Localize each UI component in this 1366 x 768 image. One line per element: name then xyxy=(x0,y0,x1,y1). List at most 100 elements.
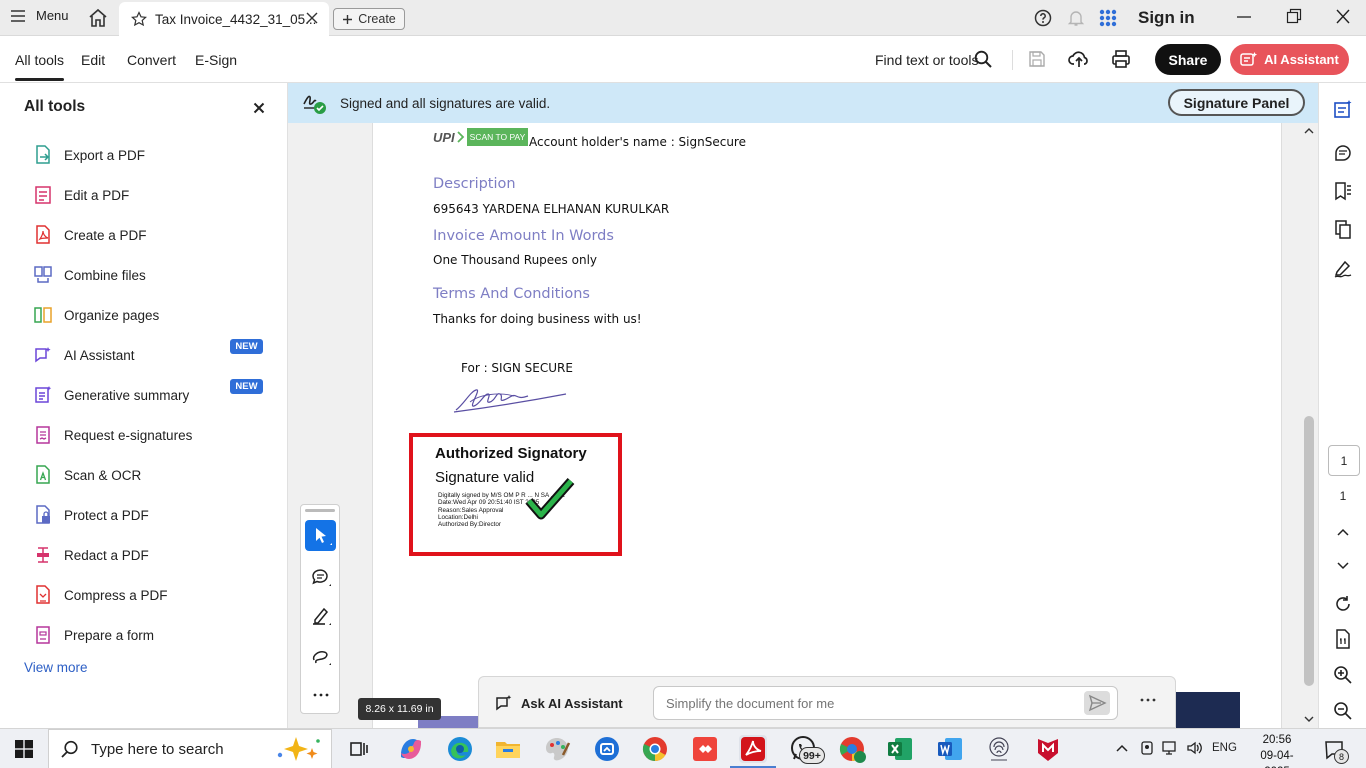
create-button[interactable]: Create xyxy=(333,8,405,30)
network-icon[interactable] xyxy=(1162,740,1180,756)
sign-in-link[interactable]: Sign in xyxy=(1138,8,1195,28)
tab-edit[interactable]: Edit xyxy=(81,52,105,68)
tool-redact-pdf[interactable]: Redact a PDF xyxy=(34,543,149,567)
tool-label: Organize pages xyxy=(64,307,160,323)
select-tool-button[interactable] xyxy=(305,520,336,551)
next-page-icon[interactable] xyxy=(1333,559,1353,573)
sign-secure-app-icon[interactable] xyxy=(985,735,1013,763)
ask-ai-bar: Ask AI Assistant xyxy=(478,676,1176,728)
tool-export-pdf[interactable]: Export a PDF xyxy=(34,143,145,167)
paint-app-icon[interactable] xyxy=(543,735,571,763)
zoom-out-icon[interactable] xyxy=(1333,701,1353,721)
screen-capture-icon[interactable] xyxy=(593,735,621,763)
share-button[interactable]: Share xyxy=(1155,44,1221,75)
tool-edit-pdf[interactable]: Edit a PDF xyxy=(34,183,129,207)
meet-now-icon[interactable] xyxy=(1139,740,1155,756)
more-options-icon[interactable] xyxy=(1139,691,1157,709)
apps-grid-icon[interactable] xyxy=(1099,9,1117,27)
tool-scan-ocr[interactable]: Scan & OCR xyxy=(34,463,141,487)
tab-convert[interactable]: Convert xyxy=(127,52,176,68)
scroll-down-icon[interactable] xyxy=(1304,715,1314,723)
star-icon[interactable] xyxy=(131,11,147,27)
tab-esign[interactable]: E-Sign xyxy=(195,52,237,68)
find-text-label[interactable]: Find text or tools xyxy=(875,52,979,68)
pages-thumbnails-icon[interactable] xyxy=(1333,220,1353,240)
fill-sign-icon[interactable] xyxy=(1333,259,1353,279)
show-hidden-icons-icon[interactable] xyxy=(1116,743,1128,753)
windows-start-icon[interactable] xyxy=(15,740,33,758)
copilot-app-icon[interactable] xyxy=(397,735,425,763)
send-icon[interactable] xyxy=(1084,691,1110,715)
input-language[interactable]: ENG xyxy=(1212,742,1237,754)
menu-button[interactable]: Menu xyxy=(10,8,69,23)
anydesk-app-icon[interactable] xyxy=(691,735,719,763)
document-tab[interactable]: Tax Invoice_4432_31_05... xyxy=(119,2,329,36)
hamburger-icon xyxy=(11,9,25,22)
tab-all-tools[interactable]: All tools xyxy=(15,52,65,81)
mcafee-app-icon[interactable] xyxy=(1034,735,1062,763)
tool-organize-pages[interactable]: Organize pages xyxy=(34,303,159,327)
acrobat-app-icon[interactable] xyxy=(739,735,767,763)
previous-page-icon[interactable] xyxy=(1333,525,1353,539)
vertical-scrollbar[interactable] xyxy=(1300,123,1318,728)
tool-compress-pdf[interactable]: Compress a PDF xyxy=(34,583,168,607)
tool-combine-files[interactable]: Combine files xyxy=(34,263,146,287)
upi-text: UPI xyxy=(433,129,455,145)
rotate-icon[interactable] xyxy=(1333,594,1353,614)
print-icon[interactable] xyxy=(1111,49,1131,69)
annotations-icon[interactable] xyxy=(1333,143,1353,163)
search-icon xyxy=(61,740,78,758)
scroll-thumb[interactable] xyxy=(1304,416,1314,686)
tool-create-pdf[interactable]: Create a PDF xyxy=(34,223,147,247)
close-window-icon[interactable] xyxy=(1335,8,1351,26)
ask-ai-label-group[interactable]: Ask AI Assistant xyxy=(495,694,623,712)
request-esign-icon xyxy=(36,426,50,444)
tool-generative-summary[interactable]: Generative summary xyxy=(34,383,189,407)
tool-protect-pdf[interactable]: Protect a PDF xyxy=(34,503,149,527)
ai-assistant-button[interactable]: AI Assistant xyxy=(1230,44,1349,75)
menu-label: Menu xyxy=(36,8,69,23)
page-size-tooltip: 8.26 x 11.69 in xyxy=(358,698,441,720)
close-tab-icon[interactable] xyxy=(305,11,319,25)
highlight-pen-icon[interactable] xyxy=(311,606,331,626)
zoom-in-icon[interactable] xyxy=(1333,665,1353,685)
chrome-profile-icon[interactable] xyxy=(838,735,866,763)
edge-browser-icon[interactable] xyxy=(446,735,474,763)
home-icon[interactable] xyxy=(88,8,108,28)
tool-ai-assistant[interactable]: AI Assistant xyxy=(34,343,135,367)
minimize-icon[interactable] xyxy=(1236,8,1252,26)
view-more-link[interactable]: View more xyxy=(24,660,88,675)
notification-count-badge: 8 xyxy=(1334,749,1349,764)
bookmarks-icon[interactable] xyxy=(1333,181,1353,201)
comment-icon[interactable] xyxy=(311,567,331,587)
signature-field[interactable]: Authorized Signatory Signature valid Dig… xyxy=(409,433,622,556)
scroll-up-icon[interactable] xyxy=(1304,127,1314,135)
more-tools-icon[interactable] xyxy=(311,685,331,705)
bell-icon[interactable] xyxy=(1067,9,1085,27)
fit-page-icon[interactable] xyxy=(1333,629,1353,649)
chrome-browser-icon[interactable] xyxy=(641,735,669,763)
taskbar-search[interactable]: Type here to search xyxy=(48,729,332,768)
file-explorer-icon[interactable] xyxy=(494,735,522,763)
restore-icon[interactable] xyxy=(1286,8,1302,26)
upload-cloud-icon[interactable] xyxy=(1068,49,1090,69)
ask-ai-label: Ask AI Assistant xyxy=(521,695,623,711)
drag-handle[interactable] xyxy=(305,509,335,512)
excel-app-icon[interactable] xyxy=(886,735,914,763)
comment-panel-icon[interactable] xyxy=(1333,99,1353,119)
help-icon[interactable] xyxy=(1034,9,1052,27)
word-app-icon[interactable] xyxy=(936,735,964,763)
ai-prompt-input[interactable] xyxy=(653,686,1118,720)
terms-text: Thanks for doing business with us! xyxy=(433,312,642,326)
tool-prepare-form[interactable]: Prepare a form xyxy=(34,623,154,647)
volume-icon[interactable] xyxy=(1186,740,1204,756)
search-icon[interactable] xyxy=(974,50,992,68)
close-panel-icon[interactable] xyxy=(253,102,265,114)
draw-freehand-icon[interactable] xyxy=(311,646,331,666)
task-view-icon[interactable] xyxy=(349,739,369,759)
signature-panel-button[interactable]: Signature Panel xyxy=(1168,89,1305,116)
current-page-field[interactable]: 1 xyxy=(1328,445,1360,476)
taskbar-clock[interactable]: 20:56 09-04-2025 xyxy=(1248,732,1306,768)
save-icon[interactable] xyxy=(1028,50,1046,68)
tool-request-esignatures[interactable]: Request e-signatures xyxy=(34,423,192,447)
